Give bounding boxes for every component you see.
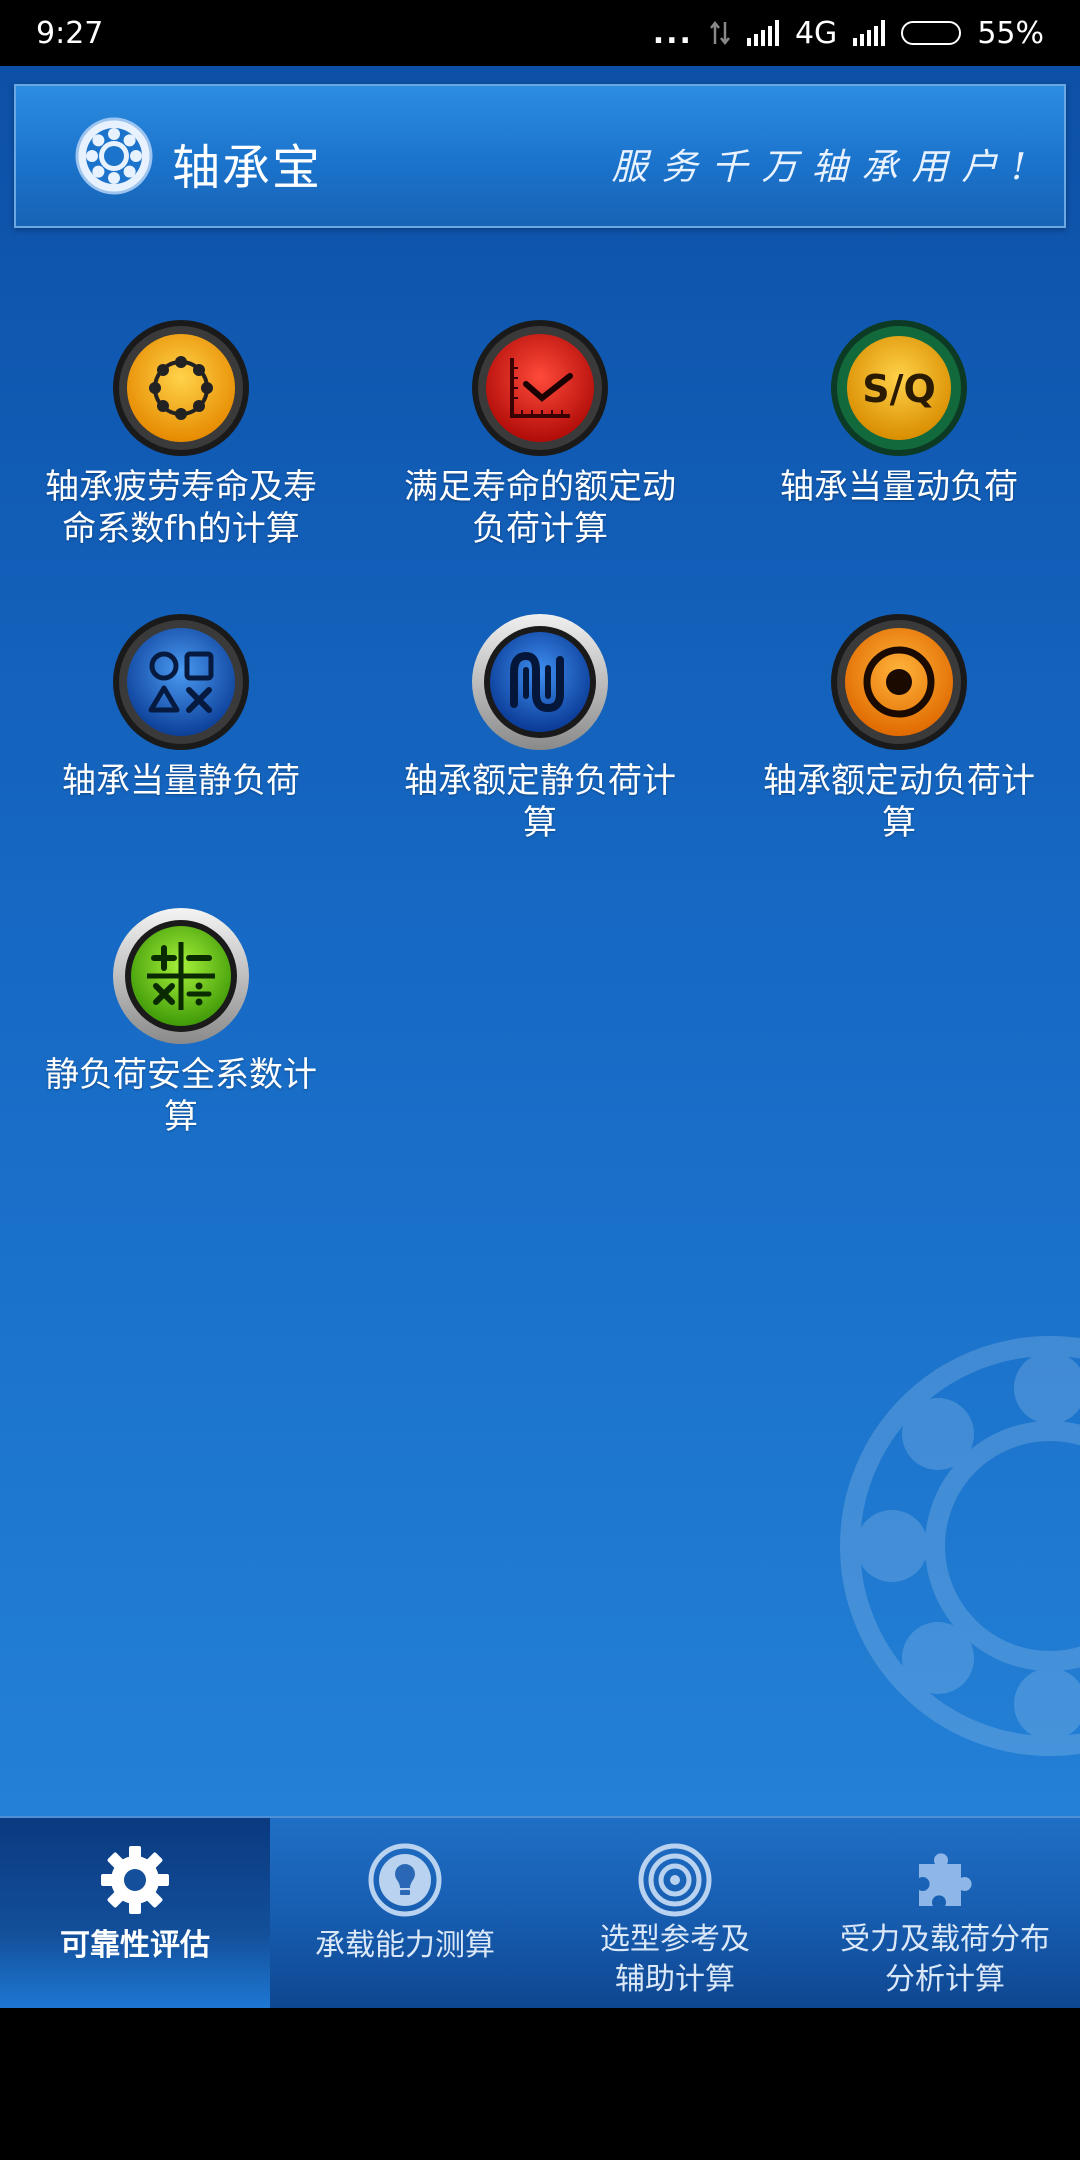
shapes-icon (113, 614, 249, 750)
nav-label: 可靠性评估 (60, 1928, 210, 1963)
system-navigation-area (0, 2008, 1080, 2160)
grid-item-equivalent-dynamic-load[interactable]: S/Q 轴承当量动负荷 (749, 318, 1049, 508)
gear-icon (101, 1846, 169, 1914)
grid-item-rated-dynamic-load[interactable]: 轴承额定动负荷计算 (749, 612, 1049, 844)
nav-reliability[interactable]: 可靠性评估 (0, 1818, 270, 2010)
lightbulb-icon (368, 1843, 442, 1917)
status-indicators: ... 4G 55% (653, 16, 1044, 51)
grid-item-equivalent-static-load[interactable]: 轴承当量静负荷 (31, 612, 331, 802)
status-time: 9:27 (36, 15, 104, 51)
grid-item-label: 轴承当量动负荷 (780, 467, 1018, 507)
grid-item-label: 满足寿命的额定动负荷计算 (404, 467, 676, 549)
notification-dots: ... (652, 15, 693, 51)
bottom-navigation: 可靠性评估 承载能力测算 选型参考及 辅助计算 受力及载荷分布 分析计算 (0, 1816, 1080, 2010)
signal-icon-2 (853, 20, 886, 46)
app-body: 轴承宝 服务千万轴承用户! 轴承疲劳寿命及寿命系数fh的计算 满足寿命的额定动负… (0, 66, 1080, 2008)
puzzle-icon (919, 1853, 972, 1906)
grid-item-label: 轴承额定动负荷计算 (763, 761, 1035, 843)
grid-item-rated-static-load[interactable]: 轴承额定静负荷计算 (390, 612, 690, 844)
calculator-icon (113, 908, 249, 1044)
grid-item-label: 静负荷安全系数计算 (45, 1055, 317, 1137)
wave-icon (472, 614, 608, 750)
sq-icon: S/Q (831, 320, 967, 456)
grid-item-fatigue-life[interactable]: 轴承疲劳寿命及寿命系数fh的计算 (31, 318, 331, 550)
status-bar: 9:27 ... 4G 55% (0, 0, 1080, 66)
svg-text:S/Q: S/Q (862, 367, 936, 411)
grid-item-static-safety-factor[interactable]: 静负荷安全系数计算 (31, 906, 331, 1138)
grid-item-rated-dynamic-load-life[interactable]: 满足寿命的额定动负荷计算 (390, 318, 690, 550)
app-header: 轴承宝 服务千万轴承用户! (14, 84, 1066, 228)
network-type: 4G (794, 15, 838, 51)
bearing-logo-icon (75, 117, 153, 195)
app-slogan: 服务千万轴承用户! (611, 147, 1040, 188)
grid-item-label: 轴承额定静负荷计算 (404, 761, 676, 843)
target-icon (638, 1843, 712, 1917)
bearing-watermark-icon (840, 1336, 1080, 1756)
nav-selection-reference[interactable]: 选型参考及 辅助计算 (540, 1818, 810, 2010)
nav-load-capacity[interactable]: 承载能力测算 (270, 1818, 540, 2010)
nav-label: 选型参考及 辅助计算 (600, 1922, 750, 1997)
bearing-icon (113, 320, 249, 456)
signal-icon (746, 20, 779, 46)
grid-item-label: 轴承疲劳寿命及寿命系数fh的计算 (45, 467, 317, 549)
data-transfer-icon (709, 20, 730, 46)
chart-check-icon (472, 320, 608, 456)
battery-percent: 55% (977, 15, 1044, 51)
app-title: 轴承宝 (172, 140, 323, 196)
grid-item-label: 轴承当量静负荷 (62, 761, 300, 801)
battery-icon (901, 21, 962, 45)
nav-label: 受力及载荷分布 分析计算 (840, 1922, 1050, 1997)
nav-label: 承载能力测算 (315, 1928, 495, 1963)
screen: 9:27 ... 4G 55% 轴承宝 服务千万轴承用户! 轴承疲劳寿命及寿命系… (0, 0, 1080, 2160)
target-icon (831, 614, 967, 750)
nav-force-distribution[interactable]: 受力及载荷分布 分析计算 (810, 1818, 1080, 2010)
